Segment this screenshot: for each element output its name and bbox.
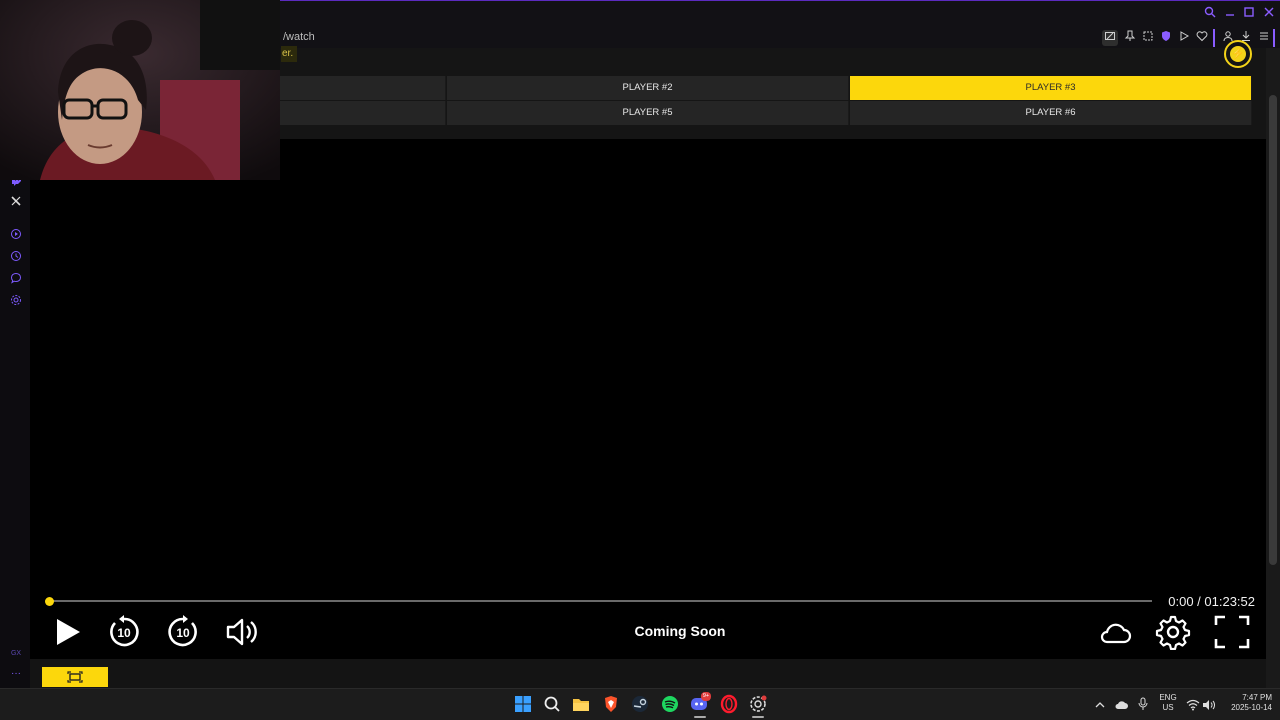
time-display: 0:00 / 01:23:52 [1168,594,1255,609]
windows-start-icon[interactable] [513,694,533,714]
steam-icon[interactable] [630,694,650,714]
clock-time: 7:47 PM [1242,693,1272,702]
settings-gear-icon[interactable] [1155,614,1191,651]
screenshot-icon[interactable] [1102,30,1118,46]
toolbar-edge [1273,29,1275,47]
fullscreen-icon[interactable] [1214,614,1250,650]
cloud-icon[interactable] [1097,614,1133,650]
player-button-6[interactable]: PLAYER #6 [850,101,1252,125]
search-icon[interactable] [1202,6,1218,22]
gx-label: GX [10,650,22,657]
forward-10-button[interactable]: 10 [165,614,201,650]
brave-icon[interactable] [601,694,621,714]
toolbar-divider [1213,29,1215,47]
rewind-10-button[interactable]: 10 [106,614,142,650]
play-icon[interactable] [1176,30,1192,46]
snapshot-icon[interactable] [1140,30,1156,46]
close-icon[interactable] [1261,6,1277,22]
webcam-overlay [0,0,280,180]
region-code: US [1162,703,1174,712]
tray-cloud-icon[interactable] [1114,698,1128,710]
player-icon[interactable] [8,228,24,244]
player-button-2[interactable]: PLAYER #2 [447,76,849,100]
discord-active-indicator [694,716,706,718]
minimize-icon[interactable] [1222,6,1238,22]
scrollbar-thumb[interactable] [1269,95,1277,565]
discord-badge: 9+ [701,692,711,701]
page-bottom-strip [30,659,1266,688]
forward-label: 10 [176,626,190,640]
file-explorer-icon[interactable] [571,694,591,714]
settings-icon[interactable] [8,294,24,310]
language-code: ENG [1159,693,1177,702]
language-indicator[interactable]: ENG US [1156,693,1180,713]
speaker-icon[interactable] [1202,698,1216,710]
notice-banner: er. [281,46,297,62]
screenshot-button[interactable] [42,667,108,687]
shield-icon[interactable] [1158,30,1174,46]
bolt-icon[interactable]: ⚡ [1224,40,1252,68]
system-clock[interactable]: 7:47 PM 2025-10-14 [1222,693,1272,713]
url-text[interactable]: /watch [283,31,315,43]
player-button-1[interactable] [280,76,446,100]
taskbar-search-icon[interactable] [542,694,562,714]
clock-date: 2025-10-14 [1231,703,1272,712]
spotify-icon[interactable] [660,694,680,714]
stream-status: Coming Soon [634,623,726,639]
maximize-icon[interactable] [1241,6,1257,22]
sidebar-more-icon[interactable]: ··· [8,668,24,679]
progress-knob[interactable] [45,597,54,606]
rewind-label: 10 [117,626,131,640]
progress-track[interactable] [49,600,1152,602]
tray-mic-icon[interactable] [1137,697,1149,711]
player-button-5[interactable]: PLAYER #5 [447,101,849,125]
pin-icon[interactable] [1122,30,1138,46]
x-icon[interactable] [8,195,24,211]
player-button-4[interactable] [280,101,446,125]
opera-gx-active-indicator [752,716,764,718]
player-button-3[interactable]: PLAYER #3 [850,76,1252,100]
opera-gx-icon[interactable] [748,694,768,714]
history-icon[interactable] [8,250,24,266]
play-button[interactable] [50,614,86,650]
opera-icon[interactable] [719,694,739,714]
tray-chevron-icon[interactable] [1094,698,1106,710]
wifi-icon[interactable] [1186,698,1200,711]
heart-icon[interactable] [1194,30,1210,46]
volume-button[interactable] [224,614,260,650]
menu-icon[interactable] [1256,30,1272,46]
messenger-icon[interactable] [8,272,24,288]
